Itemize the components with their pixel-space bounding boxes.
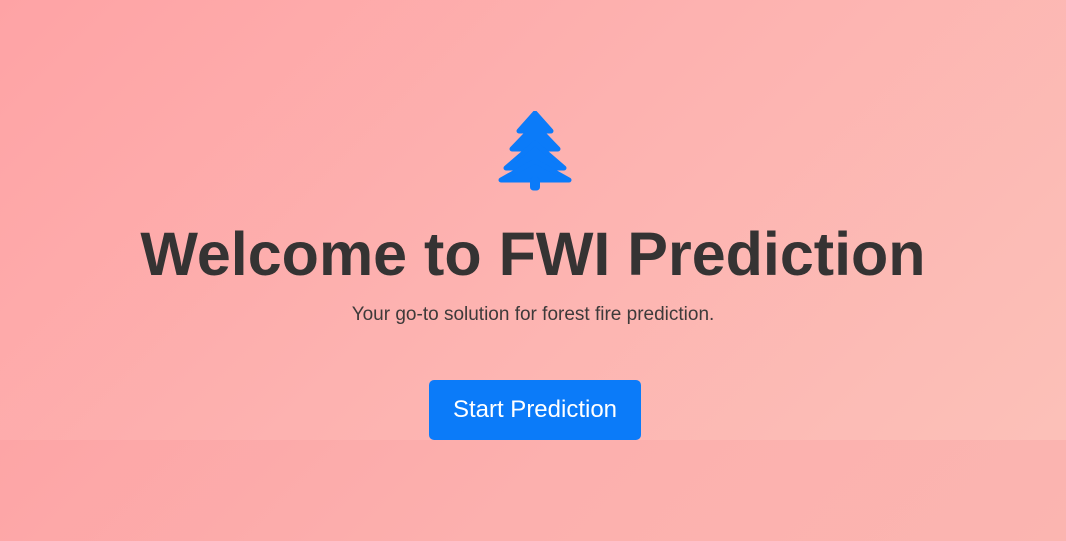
start-prediction-button[interactable]: Start Prediction xyxy=(429,380,641,440)
page-title: Welcome to FWI Prediction xyxy=(140,220,926,288)
hero-section: Welcome to FWI Prediction Your go-to sol… xyxy=(0,0,1066,440)
lower-background-band xyxy=(0,440,1066,541)
page-subtitle: Your go-to solution for forest fire pred… xyxy=(351,304,715,325)
tree-icon xyxy=(498,111,572,191)
